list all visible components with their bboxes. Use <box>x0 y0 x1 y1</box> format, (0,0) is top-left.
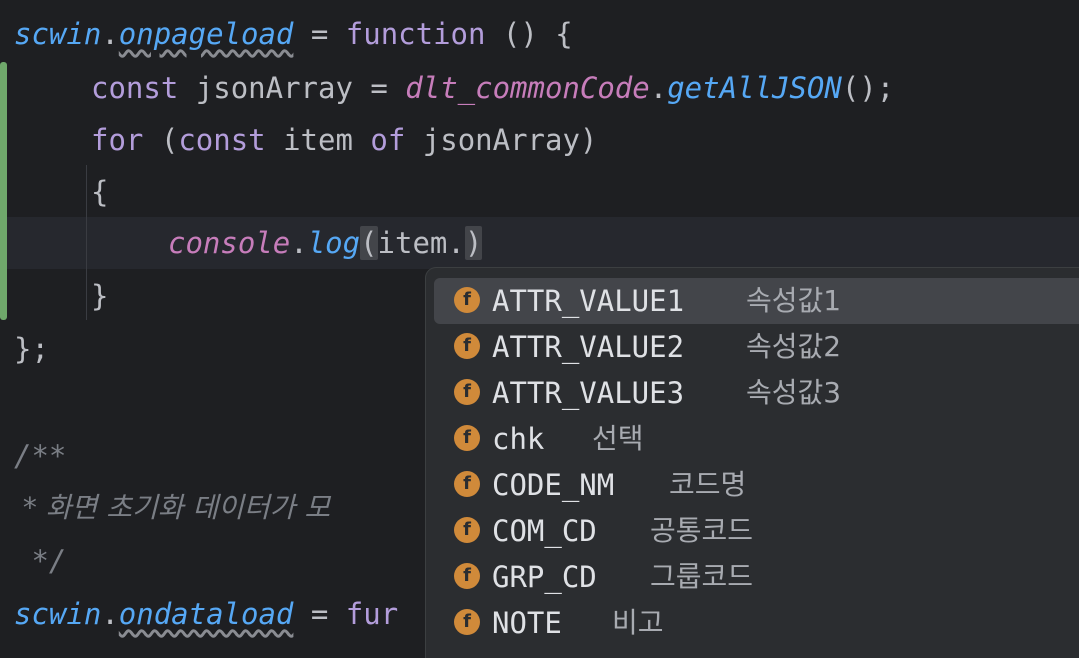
field-icon: f <box>454 609 480 635</box>
autocomplete-item[interactable]: f COM_CD 공통코드 <box>434 508 1079 554</box>
autocomplete-item[interactable]: f ATTR_VALUE1 속성값1 <box>434 278 1079 324</box>
code-line-4[interactable]: { <box>91 166 108 218</box>
field-icon: f <box>454 379 480 405</box>
current-line-highlight <box>0 217 1079 269</box>
field-icon: f <box>454 425 480 451</box>
autocomplete-item[interactable]: f ATTR_VALUE2 속성값2 <box>434 324 1079 370</box>
code-line-10[interactable]: * 화면 초기화 데이터가 모 <box>14 482 330 534</box>
code-line-5[interactable]: console.log(item.) <box>168 217 483 269</box>
field-icon: f <box>454 517 480 543</box>
vcs-change-marker <box>0 62 7 320</box>
code-line-3[interactable]: for (const item of jsonArray) <box>91 114 597 166</box>
code-line-11[interactable]: */ <box>14 535 66 587</box>
autocomplete-popup[interactable]: f ATTR_VALUE1 속성값1 f ATTR_VALUE2 속성값2 f ATTR_… <box>426 268 1079 658</box>
field-icon: f <box>454 287 480 313</box>
autocomplete-item[interactable]: f CODE_NM 코드명 <box>434 462 1079 508</box>
code-line-9[interactable]: /** <box>14 430 66 482</box>
autocomplete-item[interactable]: f NOTE 비고 <box>434 600 1079 646</box>
code-line-2[interactable]: const jsonArray = dlt_commonCode.getAllJ… <box>91 62 894 114</box>
code-line-6[interactable]: } <box>91 270 108 322</box>
code-editor[interactable]: scwin.onpageload = function () { const j… <box>0 0 1079 658</box>
indent-guide <box>86 165 87 320</box>
autocomplete-item[interactable]: f GRP_CD 그룹코드 <box>434 554 1079 600</box>
field-icon: f <box>454 471 480 497</box>
field-icon: f <box>454 563 480 589</box>
autocomplete-item[interactable]: f chk 선택 <box>434 416 1079 462</box>
code-line-1[interactable]: scwin.onpageload = function () { <box>14 8 573 60</box>
code-line-7[interactable]: }; <box>14 323 49 375</box>
field-icon: f <box>454 333 480 359</box>
code-line-12[interactable]: scwin.ondataload = fur <box>14 588 398 640</box>
autocomplete-item[interactable]: f ATTR_VALUE3 속성값3 <box>434 370 1079 416</box>
